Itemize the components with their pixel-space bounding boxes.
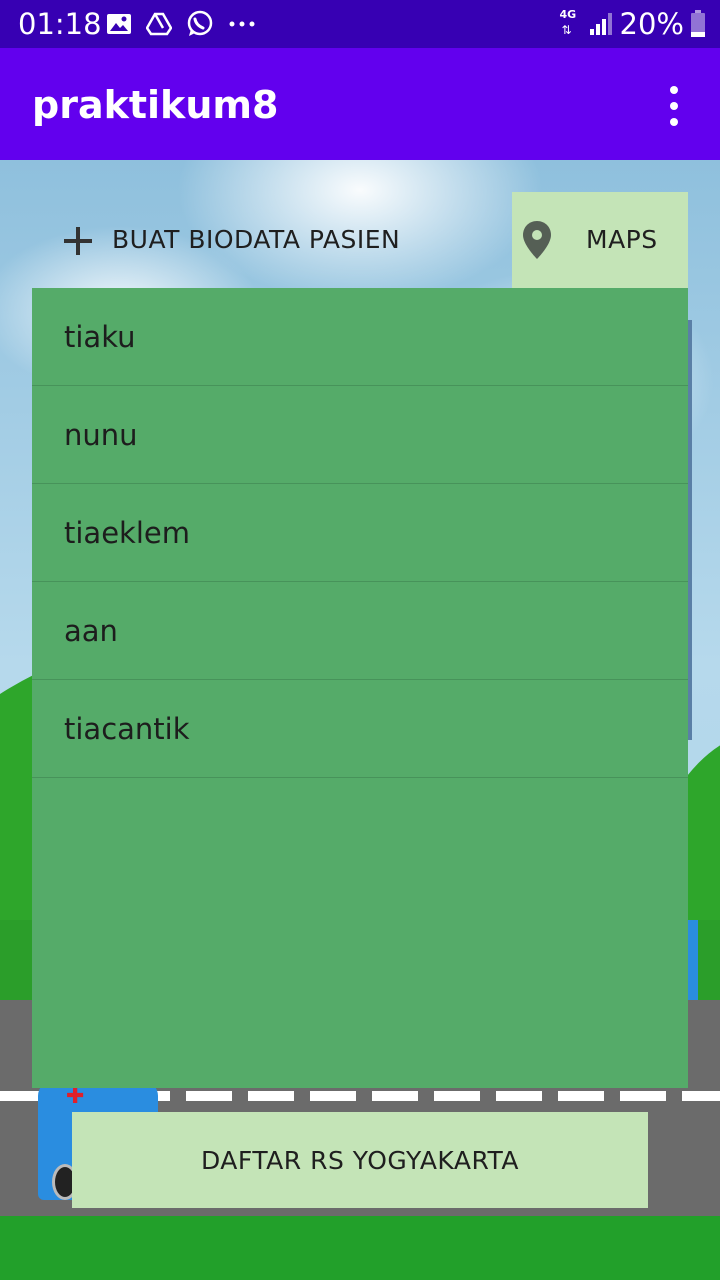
app-title: praktikum8: [32, 83, 279, 127]
list-item-label: tiaku: [64, 320, 136, 354]
list-item-label: nunu: [64, 418, 138, 452]
add-biodata-button[interactable]: BUAT BIODATA PASIEN: [32, 192, 512, 288]
system-icons: 4G ⇅ 20%: [560, 6, 706, 42]
signal-icon: [589, 13, 612, 35]
status-bar: 01:18 4G ⇅ 20%: [0, 0, 720, 48]
list-item[interactable]: tiaeklem: [32, 484, 688, 582]
daftar-rs-button[interactable]: DAFTAR RS YOGYAKARTA: [72, 1112, 648, 1208]
more-vert-icon[interactable]: [658, 86, 690, 126]
list-item-label: tiaeklem: [64, 516, 190, 550]
more-notifications-icon: [229, 21, 255, 27]
patient-list: tiaku nunu tiaeklem aan tiacantik: [32, 288, 688, 1088]
image-icon: [107, 14, 131, 34]
network-type: 4G: [559, 8, 577, 21]
action-row: BUAT BIODATA PASIEN MAPS: [32, 192, 688, 288]
drive-icon: [146, 12, 172, 36]
maps-button[interactable]: MAPS: [512, 192, 688, 288]
network-4g-icon: 4G ⇅: [559, 8, 577, 38]
app-bar: praktikum8: [0, 48, 720, 160]
location-pin-icon: [523, 221, 551, 259]
list-item[interactable]: aan: [32, 582, 688, 680]
battery-icon: [691, 10, 705, 37]
list-item[interactable]: tiaku: [32, 288, 688, 386]
list-item-label: tiacantik: [64, 712, 190, 746]
maps-label: MAPS: [586, 225, 658, 254]
status-time: 01:18: [18, 7, 102, 41]
list-item[interactable]: nunu: [32, 386, 688, 484]
daftar-rs-label: DAFTAR RS YOGYAKARTA: [201, 1145, 519, 1175]
battery-percentage: 20%: [619, 7, 684, 41]
plus-icon: [62, 225, 94, 257]
list-item-label: aan: [64, 614, 118, 648]
notification-icons: [106, 10, 256, 38]
whatsapp-icon: [187, 10, 213, 36]
add-biodata-label: BUAT BIODATA PASIEN: [112, 225, 401, 254]
list-item[interactable]: tiacantik: [32, 680, 688, 778]
